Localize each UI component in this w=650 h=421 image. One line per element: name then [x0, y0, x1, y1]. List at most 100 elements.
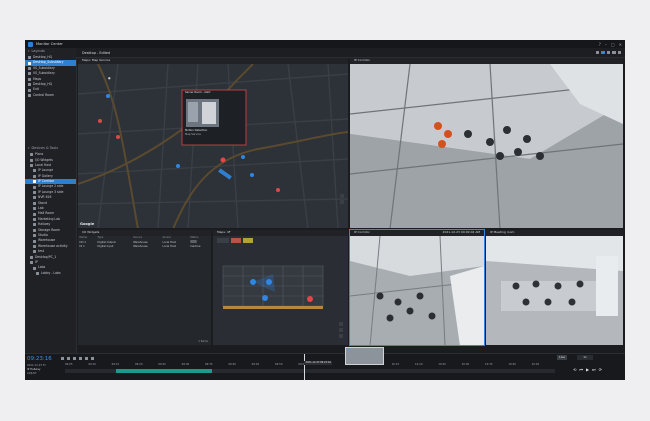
- io-table: Name Type Source Server Status DO 1 Digi…: [78, 236, 211, 249]
- item-icon: [30, 261, 33, 265]
- meeting-room-camera-image[interactable]: [486, 235, 623, 346]
- speed-selector[interactable]: 1x: [577, 355, 593, 360]
- sync-icon[interactable]: ⟳: [599, 367, 602, 372]
- live-button[interactable]: Live: [557, 355, 567, 360]
- timeline-status: ADJUST: [27, 372, 37, 375]
- map-pane-title: Maps: Map Service: [82, 58, 111, 62]
- grid-icon[interactable]: [595, 50, 599, 54]
- item-icon: [33, 201, 36, 205]
- layout-toolbar: Desktop - Edited: [76, 48, 625, 58]
- app-title: Monitor Center: [36, 42, 63, 46]
- layouts-title: Layouts: [31, 49, 45, 53]
- item-icon: [28, 83, 31, 87]
- export-icon[interactable]: [79, 357, 82, 360]
- recording-segment[interactable]: [116, 369, 212, 373]
- layout-title: Desktop - Edited: [82, 50, 111, 55]
- next-frame-icon[interactable]: ⏭: [592, 367, 596, 372]
- floor-pane-title: Maps: 4F: [217, 230, 231, 234]
- table-row[interactable]: DI 1 Digital Input Warehouse Local Host …: [78, 244, 211, 248]
- fullscreen-icon[interactable]: [606, 50, 610, 54]
- timeline-cursor[interactable]: [304, 354, 305, 380]
- item-icon: [33, 234, 36, 238]
- minimize-icon[interactable]: –: [605, 42, 607, 47]
- rewind-icon[interactable]: ⟲: [573, 367, 576, 372]
- io-footer: 1 Items: [198, 340, 208, 343]
- camera-pane-meeting: IP Meeting room: [486, 230, 623, 345]
- item-icon: [33, 250, 36, 254]
- settings-icon[interactable]: [612, 50, 616, 54]
- timeline-tick-label: 09:35: [205, 363, 213, 366]
- timeline-tick-label: 09:15: [111, 363, 120, 366]
- timeline-tick-label: 09:05: [65, 363, 73, 366]
- close-icon[interactable]: ✕: [619, 42, 622, 47]
- floor-plan-view[interactable]: [213, 235, 348, 346]
- item-icon: [33, 244, 36, 248]
- devices-tree: Plans I/O Widgets Local Host IP Lounge IP Ga…: [25, 152, 76, 276]
- timeline-thumbnail: [345, 347, 384, 365]
- devices-title: Devices & Tools: [31, 146, 59, 151]
- sidebar-item[interactable]: Lobby - Labs: [25, 271, 76, 276]
- layouts-section-header[interactable]: ▾ Layouts: [25, 48, 76, 55]
- item-icon: [33, 169, 36, 173]
- item-icon: [33, 196, 36, 200]
- timeline-tick-label: 10:25: [438, 363, 446, 366]
- item-icon: [33, 191, 36, 195]
- map-pane: Maps: Map Service ● Server Room - Alert …: [78, 58, 348, 228]
- camera-title: IP Corridor: [354, 230, 370, 234]
- corridor-camera-image[interactable]: [350, 235, 484, 346]
- item-icon: [28, 56, 31, 60]
- item-icon: [30, 255, 33, 259]
- google-logo: Google: [80, 221, 95, 226]
- item-icon: [28, 77, 31, 81]
- prev-frame-icon[interactable]: ⏮: [579, 367, 583, 372]
- toggle-switch[interactable]: [190, 240, 198, 244]
- item-icon: [33, 228, 36, 232]
- camera-video[interactable]: [350, 63, 623, 229]
- playback-controls: ⟲ ⏮ ▶ ⏭ ⟳: [573, 367, 602, 372]
- camera-pane-corridor: IP Corridor 2021-12-23 09:09:02 AM: [349, 229, 485, 346]
- timeline-tick-label: 09:20: [135, 363, 143, 366]
- zoom-in-icon[interactable]: [61, 357, 64, 360]
- zoom-out-icon[interactable]: [67, 357, 70, 360]
- sidebar: ▾ Layouts Desktop_HQ Desktop_Subsidiary VS…: [25, 48, 77, 353]
- camera-title: IP Meeting room: [490, 230, 515, 234]
- camera-video[interactable]: [486, 235, 623, 346]
- item-icon: [28, 72, 31, 76]
- help-icon[interactable]: ?: [599, 42, 601, 47]
- item-icon: [33, 239, 36, 243]
- item-icon: [33, 266, 36, 270]
- devices-section-header[interactable]: ▾ Devices & Tools: [25, 145, 76, 152]
- popup-source: Map Service: [185, 132, 201, 136]
- filter-icon[interactable]: [73, 357, 76, 360]
- item-icon: [33, 223, 36, 227]
- layout-icon[interactable]: [601, 50, 605, 54]
- expand-icon[interactable]: [617, 50, 621, 54]
- item-icon: [33, 212, 36, 216]
- item-icon: [30, 164, 33, 168]
- camera-video[interactable]: [350, 235, 484, 346]
- current-date: 2021-12-23 Fri: [27, 363, 46, 367]
- timeline-tick-label: 10:15: [391, 363, 400, 366]
- timeline-tick-label: 09:40: [228, 363, 236, 366]
- timeline-camera-name: IP Hallway: [27, 368, 41, 371]
- map-label: ●: [108, 76, 111, 80]
- item-icon: [36, 271, 39, 275]
- title-bar: Monitor Center ? – □ ✕: [25, 40, 625, 48]
- search-icon[interactable]: [91, 357, 94, 360]
- street-map[interactable]: ●: [78, 63, 348, 229]
- bookmark-icon[interactable]: [85, 357, 88, 360]
- item-icon: [28, 88, 31, 92]
- item-icon: [30, 153, 33, 157]
- chevron-down-icon: ▾: [28, 49, 30, 53]
- play-icon[interactable]: ▶: [586, 367, 589, 372]
- timeline-tick-label: 09:10: [88, 363, 96, 366]
- item-icon: [30, 158, 33, 162]
- map-view[interactable]: ● Server Room - Alert Motion Detection M…: [78, 63, 348, 229]
- item-icon: [33, 218, 36, 221]
- floor-plan[interactable]: [213, 235, 348, 346]
- app-logo-icon: [28, 41, 33, 47]
- corridor-camera-image[interactable]: [350, 63, 623, 229]
- popup-title: Server Room - Alert: [185, 90, 211, 94]
- timeline-track[interactable]: [65, 369, 555, 373]
- maximize-icon[interactable]: □: [611, 42, 615, 47]
